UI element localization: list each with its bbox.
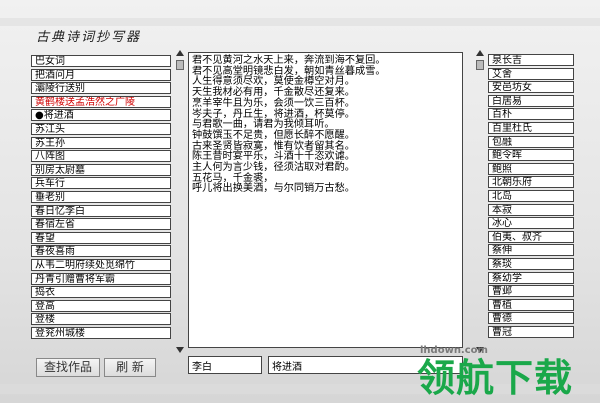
poet-list-item[interactable]: 北岛 — [488, 189, 574, 202]
poem-list-item[interactable]: 春夜喜雨 — [31, 245, 171, 258]
poet-list-item[interactable]: 本寂 — [488, 203, 574, 216]
poem-title-list: 巴女词 把酒问月 灞陵行送别 黄鹤楼送孟浩然之广陵 ●将进酒 苏江头 苏王孙 八阵图 别房太尉墓… — [31, 55, 171, 340]
poem-list-item[interactable]: 苏江头 — [31, 122, 171, 135]
app-title: 古典诗词抄写器 — [36, 30, 142, 45]
poem-list-item[interactable]: 苏王孙 — [31, 136, 171, 149]
poem-list-item[interactable]: 春宿左省 — [31, 218, 171, 231]
poem-list-item[interactable]: 丹青引赠曹将军霸 — [31, 272, 171, 285]
left-scroll-thumb[interactable] — [176, 60, 184, 70]
poem-list-item[interactable]: 捣衣 — [31, 286, 171, 299]
poem-list-item[interactable]: 黄鹤楼送孟浩然之广陵 — [31, 95, 171, 108]
left-scroll-down-icon[interactable] — [176, 347, 184, 353]
poet-list-item[interactable]: 包融 — [488, 135, 574, 148]
poem-list-item[interactable]: 登楼 — [31, 313, 171, 326]
poem-line: 烹羊宰牛且为乐，会须一饮三百杯。 — [192, 97, 355, 109]
poet-list-item[interactable]: 百朴 — [488, 108, 574, 121]
poet-list-item[interactable]: 泉长吉 — [488, 54, 574, 66]
poet-list-item[interactable]: 蔡伸 — [488, 244, 574, 257]
poem-list-item[interactable]: 巴女词 — [31, 55, 171, 67]
poet-list-item[interactable]: 冰心 — [488, 217, 574, 230]
poem-line: 呼儿将出换美酒，与尔同销万古愁。 — [192, 183, 355, 195]
author-field[interactable]: 李白 — [188, 356, 262, 374]
poem-list-item[interactable]: 把酒问月 — [31, 68, 171, 81]
poem-list-item[interactable]: 垂老别 — [31, 190, 171, 203]
poet-list-item[interactable]: 伯夷、叔齐 — [488, 230, 574, 243]
poet-list-item[interactable]: 曹德 — [488, 312, 574, 325]
right-scroll-thumb[interactable] — [476, 60, 484, 70]
poem-list-item[interactable]: 从韦二明府续处觅绵竹 — [31, 258, 171, 271]
app-window: 古典诗词抄写器 巴女词 把酒问月 灞陵行送别 黄鹤楼送孟浩然之广陵 ●将进酒 苏江头 苏王孙… — [0, 0, 600, 403]
poet-list-item[interactable]: 百里杜氏 — [488, 121, 574, 134]
poet-list-item[interactable]: 曹邺 — [488, 285, 574, 298]
poet-list-item[interactable]: 北朝乐府 — [488, 176, 574, 189]
poem-list-item[interactable]: 登高 — [31, 299, 171, 312]
poet-list: 泉长吉 艾舍 安邑坊女 白居易 百朴 百里杜氏 包融 鲍令晖 鲍照 北朝乐府 北岛 本寂 冰心 伯夷、叔齐… — [488, 54, 574, 339]
search-button[interactable]: 查找作品 — [36, 358, 100, 377]
right-scroll-up-icon[interactable] — [476, 50, 484, 56]
poem-list-item[interactable]: 灞陵行送别 — [31, 82, 171, 95]
poem-list-item[interactable]: 登兖州城楼 — [31, 326, 171, 339]
left-scroll-up-icon[interactable] — [176, 50, 184, 56]
poet-list-item[interactable]: 曹冠 — [488, 325, 574, 338]
poem-list-item[interactable]: 别房太尉墓 — [31, 163, 171, 176]
watermark-logo: 领航下载 — [417, 356, 574, 400]
poem-list-item[interactable]: 八阵图 — [31, 150, 171, 163]
poem-list-item[interactable]: ●将进酒 — [31, 109, 171, 122]
refresh-button[interactable]: 刷 新 — [104, 358, 156, 377]
poem-list-item[interactable]: 春日忆李白 — [31, 204, 171, 217]
poem-list-item[interactable]: 兵车行 — [31, 177, 171, 190]
poet-list-item[interactable]: 安邑坊女 — [488, 81, 574, 94]
poet-list-item[interactable]: 鲍令晖 — [488, 149, 574, 162]
watermark-url: lhdown.com — [420, 345, 488, 356]
poet-list-item[interactable]: 蔡幼学 — [488, 271, 574, 284]
brush-stroke — [0, 18, 600, 26]
poet-list-item[interactable]: 鲍照 — [488, 162, 574, 175]
poet-list-item[interactable]: 白居易 — [488, 94, 574, 107]
poet-list-item[interactable]: 艾舍 — [488, 67, 574, 80]
poem-list-item[interactable]: 春望 — [31, 231, 171, 244]
poet-list-item[interactable]: 曹植 — [488, 298, 574, 311]
poem-text: 君不见黄河之水天上来，奔流到海不复回。 君不见高堂明镜悲白发，朝如青丝暮成雪。 人生… — [192, 55, 454, 195]
poet-list-item[interactable]: 蔡琰 — [488, 257, 574, 270]
